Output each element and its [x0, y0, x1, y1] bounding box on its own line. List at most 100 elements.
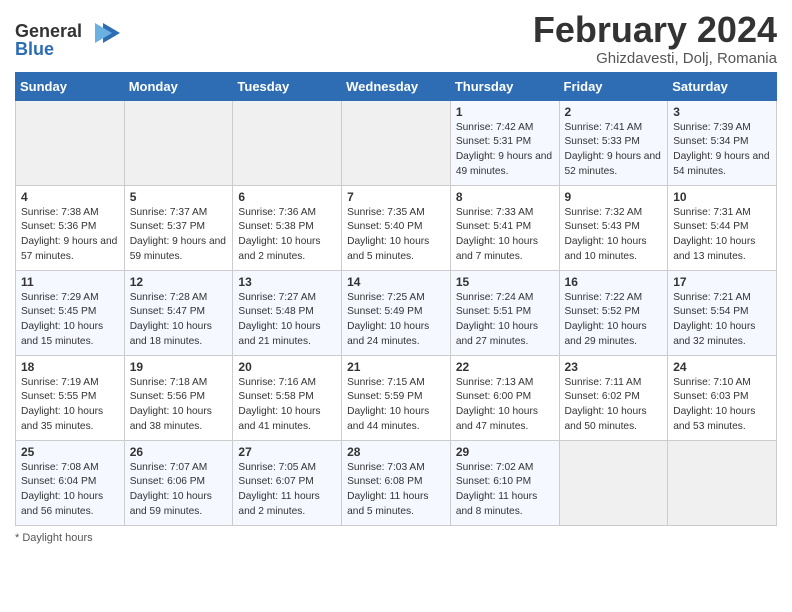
day-info: Sunrise: 7:22 AMSunset: 5:52 PMDaylight:… [565, 291, 663, 350]
day-info: Sunrise: 7:38 AMSunset: 5:36 PMDaylight:… [21, 206, 119, 265]
day-info: Sunrise: 7:31 AMSunset: 5:44 PMDaylight:… [673, 206, 771, 265]
day-number: 23 [565, 360, 663, 374]
day-number: 20 [238, 360, 336, 374]
day-info: Sunrise: 7:05 AMSunset: 6:07 PMDaylight:… [238, 461, 336, 520]
day-info: Sunrise: 7:02 AMSunset: 6:10 PMDaylight:… [456, 461, 554, 520]
header: General Blue February 2024 Ghizdavesti, … [15, 10, 777, 67]
day-number: 5 [130, 190, 228, 204]
calendar-cell: 26Sunrise: 7:07 AMSunset: 6:06 PMDayligh… [124, 440, 233, 525]
weekday-header-sunday: Sunday [16, 72, 125, 100]
day-number: 1 [456, 105, 554, 119]
month-title: February 2024 [533, 10, 777, 50]
day-info: Sunrise: 7:21 AMSunset: 5:54 PMDaylight:… [673, 291, 771, 350]
calendar-cell: 27 Sunrise: 7:05 AMSunset: 6:07 PMDayligh… [233, 440, 342, 525]
day-number: 17 [673, 275, 771, 289]
calendar-cell: 8 Sunrise: 7:33 AMSunset: 5:41 PMDaylight… [450, 185, 559, 270]
day-info: Sunrise: 7:13 AMSunset: 6:00 PMDaylight:… [456, 376, 554, 435]
day-number: 11 [21, 275, 119, 289]
day-info: Sunrise: 7:36 AMSunset: 5:38 PMDaylight:… [238, 206, 336, 265]
calendar-body: 1 Sunrise: 7:42 AMSunset: 5:31 PMDaylight… [16, 100, 777, 525]
day-number: 18 [21, 360, 119, 374]
day-info: Sunrise: 7:16 AMSunset: 5:58 PMDaylight:… [238, 376, 336, 435]
calendar-table: SundayMondayTuesdayWednesdayThursdayFrid… [15, 72, 777, 526]
calendar-cell: 2 Sunrise: 7:41 AMSunset: 5:33 PMDaylight… [559, 100, 668, 185]
calendar-cell: 16 Sunrise: 7:22 AMSunset: 5:52 PMDayligh… [559, 270, 668, 355]
day-info: Sunrise: 7:10 AMSunset: 6:03 PMDaylight:… [673, 376, 771, 435]
day-info: Sunrise: 7:28 AMSunset: 5:47 PMDaylight:… [130, 291, 228, 350]
day-info: Sunrise: 7:18 AMSunset: 5:56 PMDaylight:… [130, 376, 228, 435]
day-number: 6 [238, 190, 336, 204]
day-number: 28 [347, 445, 445, 459]
day-number: 24 [673, 360, 771, 374]
day-number: 25 [21, 445, 119, 459]
day-info: Sunrise: 7:42 AMSunset: 5:31 PMDaylight:… [456, 121, 554, 180]
day-number: 2 [565, 105, 663, 119]
location: Ghizdavesti, Dolj, Romania [533, 50, 777, 67]
day-info: Sunrise: 7:33 AMSunset: 5:41 PMDaylight:… [456, 206, 554, 265]
calendar-cell: 11 Sunrise: 7:29 AMSunset: 5:45 PMDayligh… [16, 270, 125, 355]
calendar-cell: 19 Sunrise: 7:18 AMSunset: 5:56 PMDayligh… [124, 355, 233, 440]
weekday-header-monday: Monday [124, 72, 233, 100]
week-row-2: 4Sunrise: 7:38 AMSunset: 5:36 PMDaylight… [16, 185, 777, 270]
calendar-cell: 24 Sunrise: 7:10 AMSunset: 6:03 PMDayligh… [668, 355, 777, 440]
daylight-note: * Daylight hours [15, 532, 777, 544]
weekday-header-friday: Friday [559, 72, 668, 100]
day-number: 8 [456, 190, 554, 204]
day-info: Sunrise: 7:07 AMSunset: 6:06 PMDaylight:… [130, 461, 228, 520]
day-info: Sunrise: 7:24 AMSunset: 5:51 PMDaylight:… [456, 291, 554, 350]
weekday-header-wednesday: Wednesday [342, 72, 451, 100]
day-info: Sunrise: 7:03 AMSunset: 6:08 PMDaylight:… [347, 461, 445, 520]
calendar-cell: 4Sunrise: 7:38 AMSunset: 5:36 PMDaylight… [16, 185, 125, 270]
day-info: Sunrise: 7:27 AMSunset: 5:48 PMDaylight:… [238, 291, 336, 350]
calendar-cell [342, 100, 451, 185]
calendar-cell: 20 Sunrise: 7:16 AMSunset: 5:58 PMDayligh… [233, 355, 342, 440]
day-number: 15 [456, 275, 554, 289]
daylight-label: Daylight hours [22, 532, 92, 544]
calendar-cell: 9 Sunrise: 7:32 AMSunset: 5:43 PMDaylight… [559, 185, 668, 270]
day-info: Sunrise: 7:35 AMSunset: 5:40 PMDaylight:… [347, 206, 445, 265]
calendar-cell: 5 Sunrise: 7:37 AMSunset: 5:37 PMDaylight… [124, 185, 233, 270]
day-info: Sunrise: 7:08 AMSunset: 6:04 PMDaylight:… [21, 461, 119, 520]
calendar-cell: 21 Sunrise: 7:15 AMSunset: 5:59 PMDayligh… [342, 355, 451, 440]
day-info: Sunrise: 7:32 AMSunset: 5:43 PMDaylight:… [565, 206, 663, 265]
calendar-cell [16, 100, 125, 185]
day-number: 27 [238, 445, 336, 459]
calendar-cell: 7 Sunrise: 7:35 AMSunset: 5:40 PMDaylight… [342, 185, 451, 270]
calendar-cell: 12Sunrise: 7:28 AMSunset: 5:47 PMDayligh… [124, 270, 233, 355]
day-number: 16 [565, 275, 663, 289]
calendar-cell: 13 Sunrise: 7:27 AMSunset: 5:48 PMDayligh… [233, 270, 342, 355]
weekday-header-saturday: Saturday [668, 72, 777, 100]
calendar-cell [124, 100, 233, 185]
week-row-3: 11 Sunrise: 7:29 AMSunset: 5:45 PMDayligh… [16, 270, 777, 355]
week-row-5: 25 Sunrise: 7:08 AMSunset: 6:04 PMDayligh… [16, 440, 777, 525]
day-number: 3 [673, 105, 771, 119]
calendar-cell: 17 Sunrise: 7:21 AMSunset: 5:54 PMDayligh… [668, 270, 777, 355]
day-number: 14 [347, 275, 445, 289]
calendar-cell: 28 Sunrise: 7:03 AMSunset: 6:08 PMDayligh… [342, 440, 451, 525]
day-number: 13 [238, 275, 336, 289]
day-info: Sunrise: 7:15 AMSunset: 5:59 PMDaylight:… [347, 376, 445, 435]
day-number: 22 [456, 360, 554, 374]
day-number: 29 [456, 445, 554, 459]
calendar-cell [559, 440, 668, 525]
calendar-cell: 3Sunrise: 7:39 AMSunset: 5:34 PMDaylight… [668, 100, 777, 185]
day-info: Sunrise: 7:41 AMSunset: 5:33 PMDaylight:… [565, 121, 663, 180]
calendar-cell: 1 Sunrise: 7:42 AMSunset: 5:31 PMDaylight… [450, 100, 559, 185]
week-row-4: 18Sunrise: 7:19 AMSunset: 5:55 PMDayligh… [16, 355, 777, 440]
day-info: Sunrise: 7:11 AMSunset: 6:02 PMDaylight:… [565, 376, 663, 435]
weekday-header-thursday: Thursday [450, 72, 559, 100]
day-info: Sunrise: 7:37 AMSunset: 5:37 PMDaylight:… [130, 206, 228, 265]
day-number: 7 [347, 190, 445, 204]
title-block: February 2024 Ghizdavesti, Dolj, Romania [533, 10, 777, 67]
calendar-cell [668, 440, 777, 525]
calendar-cell: 22 Sunrise: 7:13 AMSunset: 6:00 PMDayligh… [450, 355, 559, 440]
svg-text:Blue: Blue [15, 39, 54, 57]
week-row-1: 1 Sunrise: 7:42 AMSunset: 5:31 PMDaylight… [16, 100, 777, 185]
day-number: 19 [130, 360, 228, 374]
day-number: 9 [565, 190, 663, 204]
logo-text: General Blue [15, 15, 120, 62]
day-number: 21 [347, 360, 445, 374]
calendar-cell: 29 Sunrise: 7:02 AMSunset: 6:10 PMDayligh… [450, 440, 559, 525]
calendar-cell: 23 Sunrise: 7:11 AMSunset: 6:02 PMDayligh… [559, 355, 668, 440]
day-info: Sunrise: 7:29 AMSunset: 5:45 PMDaylight:… [21, 291, 119, 350]
